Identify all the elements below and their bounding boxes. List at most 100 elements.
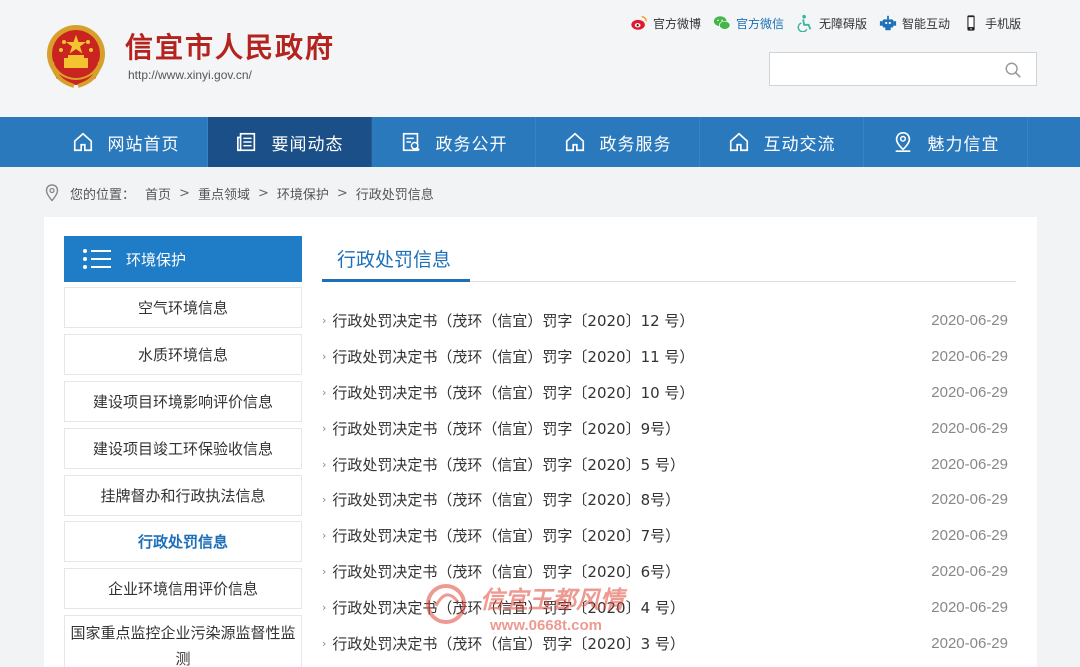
list-item[interactable]: › 行政处罚决定书（茂环（信宜）罚字〔2020〕7号） 2020-06-29 xyxy=(322,518,1016,554)
list-item-title[interactable]: 行政处罚决定书（茂环（信宜）罚字〔2020〕8号） xyxy=(332,489,680,510)
list-item[interactable]: › 行政处罚决定书（茂环（信宜）罚字〔2020〕5 号） 2020-06-29 xyxy=(322,446,1016,482)
home-icon xyxy=(565,132,584,152)
sidebar-item-label: 空气环境信息 xyxy=(137,298,228,317)
breadcrumb: 您的位置： 首页 > 重点领域 > 环境保护 > 行政处罚信息 xyxy=(44,182,434,204)
list-item-date: 2020-06-29 xyxy=(931,634,1008,652)
sidebar-item[interactable]: 企业环境信用评价信息 xyxy=(64,568,302,609)
list-item-date: 2020-06-29 xyxy=(931,419,1008,437)
home-icon xyxy=(73,132,92,152)
site-url: http://www.xinyi.gov.cn/ xyxy=(128,68,252,82)
sidebar-item[interactable]: 水质环境信息 xyxy=(64,334,302,375)
nav-item-gov-affairs[interactable]: 政务公开 xyxy=(372,117,536,167)
nav-item-home[interactable]: 网站首页 xyxy=(44,117,208,167)
breadcrumb-link[interactable]: 环境保护 xyxy=(277,184,329,203)
search-input[interactable] xyxy=(770,53,995,85)
list-item[interactable]: › 行政处罚决定书（茂环（信宜）罚字〔2020〕11 号） 2020-06-29 xyxy=(322,339,1016,375)
list-item[interactable]: › 行政处罚决定书（茂环（信宜）罚字〔2020〕4 号） 2020-06-29 xyxy=(322,589,1016,625)
breadcrumb-current[interactable]: 行政处罚信息 xyxy=(356,184,434,203)
breadcrumb-link[interactable]: 首页 xyxy=(145,184,171,203)
sidebar-item-label: 企业环境信用评价信息 xyxy=(107,579,258,598)
search-icon[interactable] xyxy=(1004,61,1022,79)
nav-item-label: 政务公开 xyxy=(435,134,508,155)
list-item-title[interactable]: 行政处罚决定书（茂环（信宜）罚字〔2020〕12 号） xyxy=(332,310,694,331)
bullet-icon: › xyxy=(322,314,327,328)
main-panel: 环境保护 空气环境信息 水质环境信息 建设项目环境影响评价信息 建设项目竣工环保… xyxy=(44,217,1037,667)
wechat-icon xyxy=(713,16,731,30)
list-item-date: 2020-06-29 xyxy=(931,562,1008,580)
list-item[interactable]: › 行政处罚决定书（茂环（信宜）罚字〔2020〕10 号） 2020-06-29 xyxy=(322,375,1016,411)
location-pin-icon xyxy=(45,184,59,202)
list-item-title[interactable]: 行政处罚决定书（茂环（信宜）罚字〔2020〕9号） xyxy=(332,418,680,439)
breadcrumb-separator: > xyxy=(257,185,269,201)
sidebar-item-label: 行政处罚信息 xyxy=(137,532,228,551)
sidebar-item[interactable]: 建设项目竣工环保验收信息 xyxy=(64,428,302,469)
national-emblem-icon xyxy=(47,25,105,88)
bullet-icon: › xyxy=(322,636,327,650)
nav-item-gov-services[interactable]: 政务服务 xyxy=(536,117,700,167)
sidebar-item[interactable]: 建设项目环境影响评价信息 xyxy=(64,381,302,422)
weibo-icon xyxy=(631,15,647,30)
list-item-date: 2020-06-29 xyxy=(931,527,1008,545)
top-link-label: 无障碍版 xyxy=(819,16,868,31)
sidebar-item[interactable]: 国家重点监控企业污染源监督性监测 xyxy=(64,615,302,667)
list-item-title[interactable]: 行政处罚决定书（茂环（信宜）罚字〔2020〕3 号） xyxy=(332,633,685,654)
robot-icon xyxy=(879,15,897,31)
list-item[interactable]: › 行政处罚决定书（茂环（信宜）罚字〔2020〕9号） 2020-06-29 xyxy=(322,410,1016,446)
site-title[interactable]: 信宜市人民政府 xyxy=(125,26,335,66)
nav-item-interaction[interactable]: 互动交流 xyxy=(700,117,864,167)
list-item-title[interactable]: 行政处罚决定书（茂环（信宜）罚字〔2020〕6号） xyxy=(332,561,680,582)
news-icon xyxy=(236,132,255,152)
article-list: › 行政处罚决定书（茂环（信宜）罚字〔2020〕12 号） 2020-06-29 ›… xyxy=(322,303,1016,661)
list-item-title[interactable]: 行政处罚决定书（茂环（信宜）罚字〔2020〕4 号） xyxy=(332,597,685,618)
list-item-date: 2020-06-29 xyxy=(931,491,1008,509)
list-item-date: 2020-06-29 xyxy=(931,312,1008,330)
nav-item-news[interactable]: 要闻动态 xyxy=(208,117,372,167)
bullet-icon: › xyxy=(322,529,327,543)
top-link-wechat[interactable]: 官方微信 xyxy=(713,14,784,32)
top-link-robot[interactable]: 智能互动 xyxy=(879,14,950,32)
list-item-title[interactable]: 行政处罚决定书（茂环（信宜）罚字〔2020〕7号） xyxy=(332,525,680,546)
sidebar-item-label: 建设项目竣工环保验收信息 xyxy=(92,439,273,458)
document-icon xyxy=(402,132,420,152)
bullet-icon: › xyxy=(322,493,327,507)
search-box xyxy=(769,52,1037,86)
top-link-weibo[interactable]: 官方微博 xyxy=(630,14,701,32)
sidebar-item[interactable]: 空气环境信息 xyxy=(64,287,302,328)
sidebar-item-active[interactable]: 行政处罚信息 xyxy=(64,521,302,562)
bullet-icon: › xyxy=(322,457,327,471)
breadcrumb-separator: > xyxy=(336,185,348,201)
breadcrumb-prefix: 您的位置： xyxy=(70,187,136,203)
title-underline xyxy=(322,279,470,282)
sidebar-item-label: 挂牌督办和行政执法信息 xyxy=(100,486,266,505)
list-item-title[interactable]: 行政处罚决定书（茂环（信宜）罚字〔2020〕11 号） xyxy=(332,346,694,367)
breadcrumb-separator: > xyxy=(179,185,190,201)
sidebar-item-label: 水质环境信息 xyxy=(137,345,228,364)
top-link-label: 手机版 xyxy=(985,16,1022,31)
breadcrumb-link[interactable]: 重点领域 xyxy=(198,184,250,203)
sidebar-item[interactable]: 挂牌督办和行政执法信息 xyxy=(64,475,302,516)
list-item[interactable]: › 行政处罚决定书（茂环（信宜）罚字〔2020〕6号） 2020-06-29 xyxy=(322,554,1016,590)
list-item-title[interactable]: 行政处罚决定书（茂环（信宜）罚字〔2020〕10 号） xyxy=(332,382,694,403)
nav-item-label: 网站首页 xyxy=(107,134,180,155)
bullet-icon: › xyxy=(322,385,327,399)
top-link-label: 官方微信 xyxy=(736,16,785,31)
bullet-icon: › xyxy=(322,350,327,364)
list-item[interactable]: › 行政处罚决定书（茂环（信宜）罚字〔2020〕8号） 2020-06-29 xyxy=(322,482,1016,518)
sidebar-item-label: 国家重点监控企业污染源监督性监测 xyxy=(70,624,296,667)
nav-item-label: 魅力信宜 xyxy=(927,134,1000,155)
sidebar-item-label: 建设项目环境影响评价信息 xyxy=(92,392,273,411)
list-item-title[interactable]: 行政处罚决定书（茂环（信宜）罚字〔2020〕5 号） xyxy=(332,454,685,475)
nav-item-label: 要闻动态 xyxy=(271,134,344,155)
nav-item-charm-xinyi[interactable]: 魅力信宜 xyxy=(864,117,1028,167)
top-link-accessibility[interactable]: 无障碍版 xyxy=(796,14,867,32)
top-link-mobile[interactable]: 手机版 xyxy=(962,14,1021,32)
site-header: 信宜市人民政府 http://www.xinyi.gov.cn/ 官方微博 官方… xyxy=(0,0,1080,117)
sidebar-heading-label: 环境保护 xyxy=(126,250,187,269)
list-item[interactable]: › 行政处罚决定书（茂环（信宜）罚字〔2020〕3 号） 2020-06-29 xyxy=(322,625,1016,661)
content-title: 行政处罚信息 xyxy=(337,249,452,271)
home-icon xyxy=(729,132,748,152)
bullet-icon: › xyxy=(322,564,327,578)
top-link-label: 智能互动 xyxy=(902,16,951,31)
top-links: 官方微博 官方微信 无障碍版 智能互动 手机版 xyxy=(630,12,1033,34)
list-item[interactable]: › 行政处罚决定书（茂环（信宜）罚字〔2020〕12 号） 2020-06-29 xyxy=(322,303,1016,339)
